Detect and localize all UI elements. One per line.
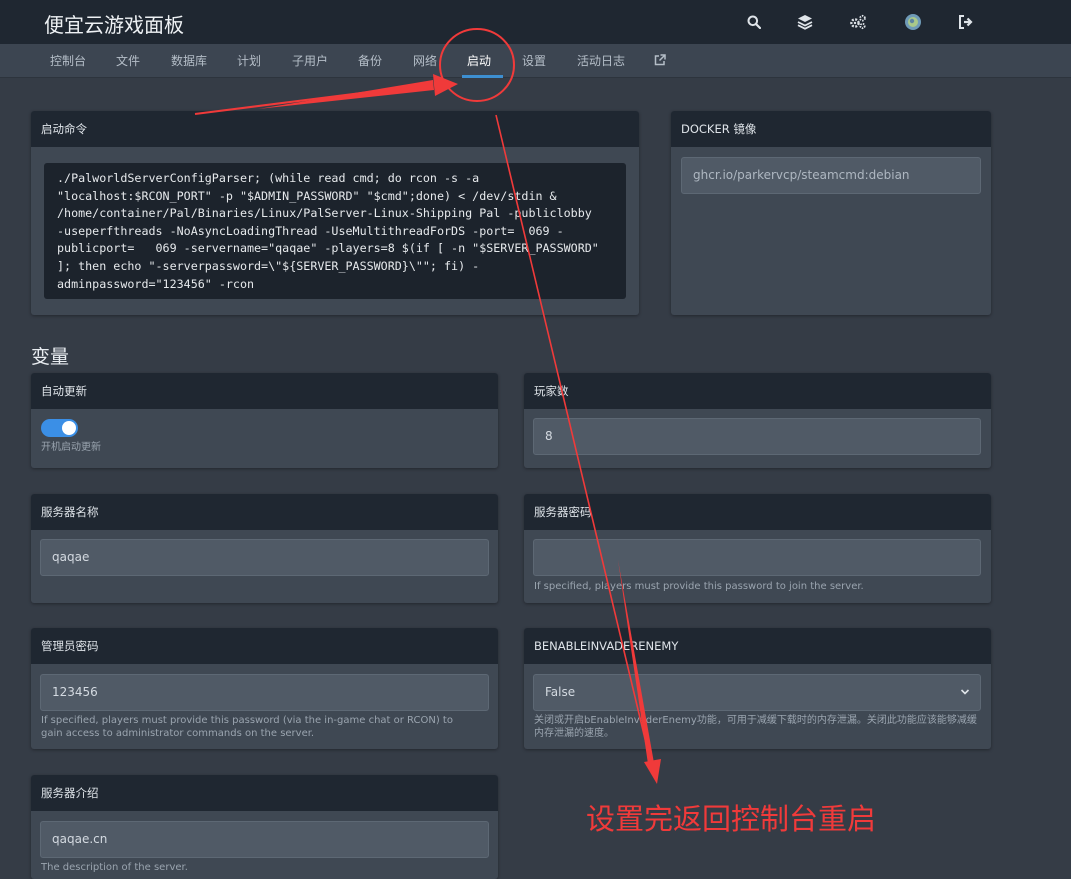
panel-title: 服务器密码: [524, 494, 991, 530]
auto-update-panel: 自动更新 开机启动更新: [31, 373, 498, 468]
tab-settings[interactable]: 设置: [522, 44, 546, 78]
tab-backups[interactable]: 备份: [358, 44, 382, 78]
panel-title: BENABLEINVADERENEMY: [524, 628, 991, 664]
server-password-help: If specified, players must provide this …: [534, 581, 864, 592]
annotation-arrow-body: [258, 80, 434, 109]
command-line: /home/container/Pal/Binaries/Linux/PalSe…: [57, 206, 592, 221]
annotation-arrow-line: [194, 83, 434, 115]
server-password-panel: 服务器密码 If specified, players must provide…: [524, 494, 991, 603]
tab-startup[interactable]: 启动: [467, 44, 491, 78]
logout-icon[interactable]: [955, 12, 975, 32]
command-line: "localhost:$RCON_PORT" -p "$ADMIN_PASSWO…: [57, 188, 557, 203]
select-value: False: [545, 685, 576, 699]
panel-title: 自动更新: [31, 373, 498, 409]
panel-title: DOCKER 镜像: [671, 111, 991, 147]
admin-password-panel: 管理员密码 123456 If specified, players must …: [31, 628, 498, 749]
tab-databases[interactable]: 数据库: [171, 44, 207, 78]
external-link-icon[interactable]: [654, 54, 666, 68]
command-line: adminpassword="123456" -rcon: [57, 276, 255, 291]
startup-command-panel: 启动命令 ./PalworldServerConfigParser; (whil…: [31, 111, 639, 315]
toggle-knob: [62, 421, 76, 435]
server-password-input[interactable]: [533, 539, 981, 576]
command-line: ./PalworldServerConfigParser; (while rea…: [57, 171, 480, 185]
top-header: 便宜云游戏面板: [0, 0, 1071, 44]
panel-title: 管理员密码: [31, 628, 498, 664]
admin-password-help: If specified, players must provide this …: [41, 715, 453, 739]
server-name-panel: 服务器名称 qaqae: [31, 494, 498, 603]
players-input[interactable]: 8: [533, 418, 981, 455]
command-line: ]; then echo "-serverpassword=\"${SERVER…: [57, 258, 480, 273]
tab-schedules[interactable]: 计划: [237, 44, 261, 78]
server-description-input[interactable]: qaqae.cn: [40, 821, 489, 858]
admin-password-input[interactable]: 123456: [40, 674, 489, 711]
panel-title: 服务器名称: [31, 494, 498, 530]
command-line: -useperfthreads -NoAsyncLoadingThread -U…: [57, 223, 564, 238]
invader-enemy-select[interactable]: False: [533, 674, 981, 711]
startup-command: ./PalworldServerConfigParser; (while rea…: [44, 163, 626, 299]
docker-image-select[interactable]: ghcr.io/parkervcp/steamcmd:debian: [681, 157, 981, 194]
auto-update-help: 开机启动更新: [41, 442, 101, 453]
docker-image-panel: DOCKER 镜像 ghcr.io/parkervcp/steamcmd:deb…: [671, 111, 991, 315]
chevron-down-icon: [960, 675, 970, 710]
annotation-arrowhead: [644, 759, 661, 784]
server-nav: 控制台 文件 数据库 计划 子用户 备份 网络 启动 设置 活动日志: [0, 44, 1071, 78]
tab-network[interactable]: 网络: [413, 44, 437, 78]
avatar[interactable]: [903, 12, 923, 32]
active-tab-indicator: [462, 75, 503, 78]
annotation-text: 设置完返回控制台重启: [586, 802, 877, 836]
server-description-panel: 服务器介绍 qaqae.cn The description of the se…: [31, 775, 498, 879]
panel-title: 启动命令: [31, 111, 639, 147]
tab-files[interactable]: 文件: [116, 44, 140, 78]
players-panel: 玩家数 8: [524, 373, 991, 468]
invader-enemy-help: 关闭或开启bEnableInvaderEnemy功能，可用于减缓下载时的内存泄漏…: [534, 715, 977, 739]
layers-icon[interactable]: [795, 12, 815, 32]
auto-update-toggle[interactable]: [41, 419, 78, 437]
variables-heading: 变量: [31, 346, 70, 368]
panel-title: 服务器介绍: [31, 775, 498, 811]
tab-users[interactable]: 子用户: [292, 44, 328, 78]
tab-activity[interactable]: 活动日志: [577, 44, 625, 78]
tab-console[interactable]: 控制台: [50, 44, 86, 78]
cogs-icon[interactable]: [848, 12, 868, 32]
search-icon[interactable]: [744, 12, 764, 32]
invader-enemy-panel: BENABLEINVADERENEMY False 关闭或开启bEnableIn…: [524, 628, 991, 749]
server-description-help: The description of the server.: [41, 862, 188, 873]
panel-title: 玩家数: [524, 373, 991, 409]
app-title: 便宜云游戏面板: [44, 13, 184, 37]
server-name-input[interactable]: qaqae: [40, 539, 489, 576]
command-line: publicport= 069 -servername="qaqae" -pla…: [57, 241, 599, 256]
